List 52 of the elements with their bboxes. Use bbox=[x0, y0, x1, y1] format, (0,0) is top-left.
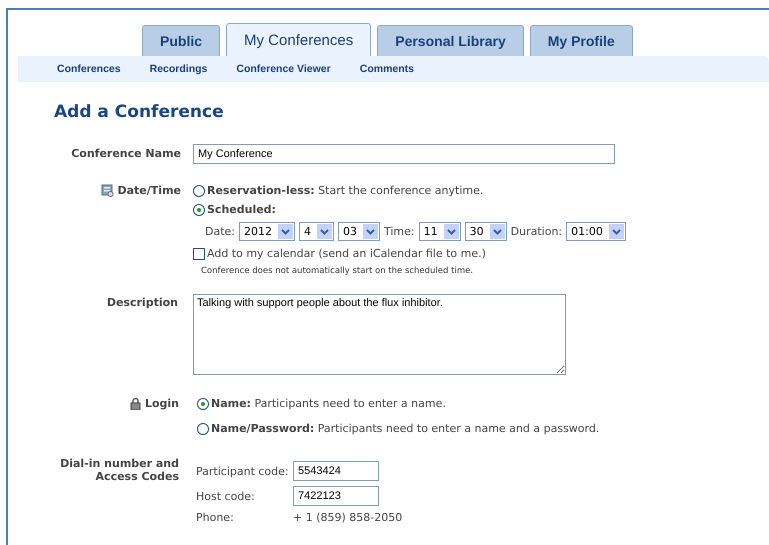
code-field[interactable]: 7422123 bbox=[293, 486, 379, 506]
field-label: Participant code: bbox=[196, 464, 290, 478]
field-label: Phone: bbox=[196, 511, 235, 524]
field-label: Description bbox=[106, 296, 178, 309]
field-label: Login bbox=[144, 397, 179, 410]
radio-button[interactable] bbox=[197, 422, 209, 434]
option-text: Scheduled: bbox=[207, 203, 276, 216]
chevron-down-icon[interactable] bbox=[490, 224, 505, 239]
dropdown[interactable]: 01:00 bbox=[566, 222, 626, 241]
subnav-link[interactable]: Comments bbox=[360, 63, 414, 75]
checkbox[interactable] bbox=[193, 248, 205, 260]
dropdown[interactable]: 30 bbox=[464, 222, 507, 241]
dropdown[interactable]: 11 bbox=[418, 222, 461, 241]
chevron-down-icon[interactable] bbox=[363, 224, 378, 239]
dropdown[interactable]: 03 bbox=[338, 222, 380, 241]
code-field[interactable]: 5543424 bbox=[293, 461, 379, 481]
checkbox-label: Add to my calendar (send an iCalendar file to me.) bbox=[207, 247, 486, 260]
field-label: Time: bbox=[384, 225, 415, 238]
conference-name-field[interactable]: My Conference bbox=[193, 144, 615, 164]
lock-icon bbox=[130, 397, 141, 410]
option-text: Reservation-less: Start the conference anytime. bbox=[207, 184, 484, 197]
radio-button[interactable] bbox=[197, 398, 209, 410]
radio-option[interactable]: Reservation-less: Start the conference anytime. bbox=[193, 184, 626, 197]
chevron-down-icon[interactable] bbox=[317, 224, 332, 239]
hint-text: Conference does not automatically start on the scheduled time. bbox=[200, 266, 474, 276]
radio-button[interactable] bbox=[193, 204, 205, 216]
field-label: Host code: bbox=[196, 490, 256, 502]
description-field[interactable]: Talking with support people about the flux inhibitor. bbox=[193, 294, 566, 375]
chevron-down-icon[interactable] bbox=[444, 224, 459, 239]
field-label: Date/Time bbox=[118, 184, 181, 197]
radio-button[interactable] bbox=[193, 184, 205, 196]
option-text: Name: Participants need to enter a name. bbox=[211, 397, 446, 410]
subnav-link[interactable]: Recordings bbox=[150, 63, 208, 75]
dropdown[interactable]: 2012 bbox=[239, 222, 295, 241]
subnav-link[interactable]: Conferences bbox=[57, 63, 121, 75]
chevron-down-icon[interactable] bbox=[608, 224, 624, 239]
page-heading: Add a Conference bbox=[54, 102, 225, 122]
chevron-down-icon[interactable] bbox=[278, 224, 293, 239]
calendar-icon bbox=[100, 184, 114, 197]
nav-tab[interactable]: My Profile bbox=[530, 25, 633, 56]
subnav-link[interactable]: Conference Viewer bbox=[236, 63, 331, 75]
dropdown[interactable]: 4 bbox=[299, 222, 334, 241]
field-label: Dial-in number and Access Codes bbox=[59, 457, 179, 483]
field-label: Conference Name bbox=[71, 147, 181, 160]
nav-tab[interactable]: Personal Library bbox=[377, 25, 524, 56]
radio-option[interactable]: Scheduled: bbox=[193, 203, 626, 216]
nav-tab[interactable]: Public bbox=[142, 25, 220, 56]
field-label: Duration: bbox=[510, 225, 562, 238]
nav-tab[interactable]: My Conferences bbox=[226, 23, 372, 56]
field-label: Date: bbox=[205, 225, 235, 238]
radio-option[interactable]: Name: Participants need to enter a name. bbox=[197, 397, 600, 410]
phone-number: + 1 (859) 858-2050 bbox=[293, 511, 402, 524]
